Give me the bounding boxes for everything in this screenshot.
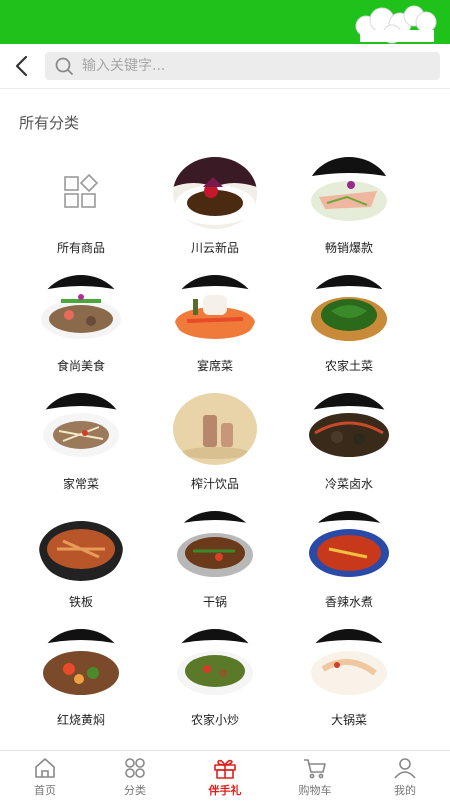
category-grid: 所有商品 川云新品 畅销爆款 食尚美食 宴席菜 农家土菜 家常菜 榨汁饮品 冷菜… — [14, 157, 436, 747]
search-icon — [55, 57, 73, 75]
search-input[interactable] — [80, 57, 414, 75]
tab-label: 我的 — [394, 784, 416, 797]
grid-icon — [39, 157, 123, 229]
category-label: 铁板 — [68, 595, 93, 609]
tab-label: 首页 — [34, 784, 56, 797]
user-icon — [394, 758, 416, 779]
bottom-tab-bar: 首页 分类 伴手礼 购物车 我的 — [0, 750, 450, 801]
category-item[interactable]: 农家小炒 — [148, 629, 282, 747]
category-label: 畅销爆款 — [324, 241, 373, 255]
search-box[interactable] — [45, 52, 440, 80]
category-item[interactable]: 干锅 — [148, 511, 282, 629]
category-label: 食尚美食 — [56, 359, 105, 373]
category-image — [307, 157, 391, 229]
tab-home[interactable]: 首页 — [0, 751, 90, 801]
category-image — [173, 629, 257, 701]
category-item[interactable]: 宴席菜 — [148, 275, 282, 393]
category-image — [307, 511, 391, 583]
category-label: 红烧黄焖 — [56, 713, 105, 727]
section-title: 所有分类 — [19, 114, 80, 132]
category-label: 大锅菜 — [330, 713, 367, 727]
cloud-decoration-icon — [355, 5, 437, 44]
top-header-bar — [0, 0, 450, 44]
category-image — [39, 629, 123, 701]
category-item[interactable]: 畅销爆款 — [282, 157, 416, 275]
category-label: 宴席菜 — [196, 359, 233, 373]
category-label: 冷菜卤水 — [324, 477, 373, 491]
category-image — [173, 393, 257, 465]
category-item[interactable]: 香辣水煮 — [282, 511, 416, 629]
tab-mine[interactable]: 我的 — [360, 751, 450, 801]
category-label: 香辣水煮 — [324, 595, 373, 609]
home-icon — [35, 758, 55, 778]
category-item[interactable]: 所有商品 — [14, 157, 148, 275]
category-image — [307, 629, 391, 701]
category-item[interactable]: 食尚美食 — [14, 275, 148, 393]
category-image — [39, 275, 123, 347]
category-label: 榨汁饮品 — [190, 477, 239, 491]
category-image — [307, 393, 391, 465]
category-label: 川云新品 — [190, 241, 239, 255]
search-bar-row — [0, 44, 450, 89]
tab-label: 购物车 — [298, 784, 332, 797]
category-item[interactable]: 冷菜卤水 — [282, 393, 416, 511]
category-image — [173, 275, 257, 347]
cart-icon — [304, 759, 326, 779]
tab-cart[interactable]: 购物车 — [270, 751, 360, 801]
category-item[interactable]: 榨汁饮品 — [148, 393, 282, 511]
category-item[interactable]: 农家土菜 — [282, 275, 416, 393]
category-label: 家常菜 — [62, 477, 99, 491]
category-image — [39, 393, 123, 465]
category-item[interactable]: 大锅菜 — [282, 629, 416, 747]
category-label: 农家小炒 — [190, 713, 239, 727]
gift-icon — [214, 759, 236, 779]
category-label: 农家土菜 — [324, 359, 373, 373]
category-icon — [125, 758, 145, 778]
category-label: 干锅 — [202, 595, 227, 609]
category-image — [173, 511, 257, 583]
category-image — [39, 511, 123, 583]
tab-gift[interactable]: 伴手礼 — [180, 751, 270, 801]
category-image — [307, 275, 391, 347]
category-item[interactable]: 家常菜 — [14, 393, 148, 511]
back-arrow-icon[interactable] — [10, 53, 34, 79]
tab-category[interactable]: 分类 — [90, 751, 180, 801]
category-item[interactable]: 红烧黄焖 — [14, 629, 148, 747]
category-image — [173, 157, 257, 229]
category-label: 所有商品 — [56, 241, 105, 255]
tab-label: 分类 — [124, 784, 146, 797]
category-item[interactable]: 川云新品 — [148, 157, 282, 275]
tab-label: 伴手礼 — [208, 784, 242, 797]
category-item[interactable]: 铁板 — [14, 511, 148, 629]
